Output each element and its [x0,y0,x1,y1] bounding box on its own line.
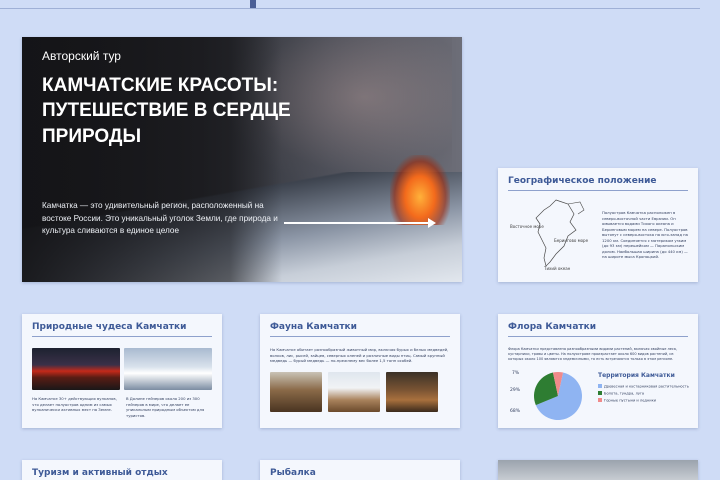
legend-label: Древесная и кустарниковая растительность [604,384,689,389]
hero-headline: КАМЧАТСКИЕ КРАСОТЫ: ПУТЕШЕСТВИЕ В СЕРДЦЕ… [42,75,291,147]
pie-label-large: 68% [510,409,521,414]
legend-swatch [598,391,602,395]
map-label-bering: Берингово море [554,238,589,243]
volcano-caption: На Камчатке 30+ действующих вулканов, чт… [32,396,117,412]
scroll-handle[interactable] [250,0,256,8]
legend-item: Древесная и кустарниковая растительность [598,384,689,389]
slide-title: Рыбалка [270,468,316,478]
kamchatka-map-icon [535,199,585,267]
map-label-pacific: Тихий океан [544,266,571,271]
legend-item: Горные пустыни и ледники [598,398,656,403]
legend-title: Территория Камчатки [598,372,675,379]
legend-swatch [598,384,602,388]
hero-eyebrow: Авторский тур [42,49,121,63]
legend-swatch [598,398,602,402]
hero-lava [390,155,450,225]
slide-title: Природные чудеса Камчатки [32,322,187,332]
title-rule [32,336,212,337]
geyser-photo [124,348,212,390]
volcano-photo [32,348,120,390]
title-rule [508,336,688,337]
slide-title: Туризм и активный отдых [32,468,168,478]
arrow-right-icon [284,222,434,224]
flora-intro: Флора Камчатки представлена разнообразны… [508,347,678,362]
title-rule [508,190,688,191]
legend-label: Болота, тундра, луга [604,391,645,396]
slide-fauna[interactable]: Фауна Камчатки На Камчатке обитает разно… [260,314,460,428]
sable-photo [386,372,438,412]
slide-flora[interactable]: Флора Камчатки Флора Камчатки представле… [498,314,698,428]
slide-natural-wonders[interactable]: Природные чудеса Камчатки На Камчатке 30… [22,314,222,428]
bears-photo [270,372,322,412]
title-rule [270,336,450,337]
legend-label: Горные пустыни и ледники [604,398,657,403]
slide-geography[interactable]: Географическое положение Восточное море … [498,168,698,282]
slide-hero[interactable]: Авторский тур КАМЧАТСКИЕ КРАСОТЫ: ПУТЕШЕ… [22,37,462,282]
slide-tourism[interactable]: Туризм и активный отдых [22,460,222,480]
top-divider [0,8,700,9]
slide-fishing[interactable]: Рыбалка [260,460,460,480]
fox-photo [328,372,380,412]
slide-title: Географическое положение [508,176,657,186]
flora-pie-chart [534,372,582,420]
slide-landscape-photo[interactable] [498,460,698,480]
pie-label-small: 7% [512,371,520,376]
legend-item: Болота, тундра, луга [598,391,644,396]
arrow-right-icon-head [428,218,436,228]
map-label-east-sea: Восточное море [510,224,544,229]
pie-label-medium: 29% [510,388,521,393]
geyser-caption: В Долине гейзеров около 200 из 300 гейзе… [126,396,205,418]
slide-title: Флора Камчатки [508,322,597,332]
hero-lead: Камчатка — это удивительный регион, расп… [42,201,278,236]
fauna-intro: На Камчатке обитает разнообразный животн… [270,347,449,363]
geo-description: Полуостров Камчатка расположен в северо-… [602,210,688,259]
slide-title: Фауна Камчатки [270,322,357,332]
